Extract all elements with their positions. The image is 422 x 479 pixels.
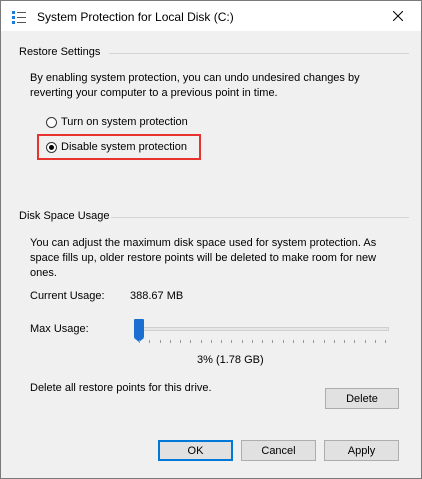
radio-unchecked (46, 116, 57, 128)
window-title: System Protection for Local Disk (C:) (37, 10, 234, 24)
slider-tick (344, 340, 345, 343)
slider-tick (210, 340, 212, 343)
close-icon (393, 11, 403, 21)
slider-tick (292, 340, 294, 343)
disk-space-description: You can adjust the maximum disk space us… (30, 237, 377, 279)
restore-settings-heading: Restore Settings (19, 46, 101, 58)
disk-space-divider (111, 217, 409, 218)
slider-tick (169, 340, 171, 343)
slider-ticks (139, 340, 386, 343)
disable-protection-label: Disable system protection (61, 141, 187, 153)
restore-settings-divider (109, 53, 409, 54)
radio-checked (46, 141, 57, 153)
slider-tick (303, 340, 304, 343)
title-bar: System Protection for Local Disk (C:) (1, 1, 421, 31)
slider-tick (262, 340, 263, 343)
slider-tick (190, 340, 192, 343)
turn-on-protection-radio[interactable]: Turn on system protection (46, 116, 188, 128)
slider-tick (231, 340, 233, 343)
slider-tick (272, 340, 274, 343)
apply-button[interactable]: Apply (324, 440, 399, 461)
slider-tick (159, 340, 161, 343)
slider-tick (241, 340, 243, 343)
slider-tick (313, 340, 315, 343)
slider-tick (200, 340, 202, 343)
slider-tick (364, 340, 366, 343)
slider-tick (180, 340, 181, 343)
cancel-button[interactable]: Cancel (241, 440, 316, 461)
max-usage-value: 3% (1.78 GB) (197, 354, 264, 366)
max-usage-slider-thumb[interactable] (134, 319, 144, 342)
delete-button[interactable]: Delete (325, 388, 399, 409)
max-usage-slider-track[interactable] (135, 327, 389, 331)
slider-tick (354, 340, 356, 343)
system-protection-icon (11, 9, 27, 25)
disable-protection-radio[interactable]: Disable system protection (46, 141, 187, 153)
slider-tick (221, 340, 222, 343)
slider-tick (251, 340, 253, 343)
close-button[interactable] (375, 1, 421, 31)
slider-tick (282, 340, 284, 343)
slider-tick (323, 340, 325, 343)
slider-tick (149, 340, 151, 343)
ok-button[interactable]: OK (158, 440, 233, 461)
max-usage-label: Max Usage: (30, 323, 89, 335)
slider-tick (139, 340, 140, 343)
slider-tick (333, 340, 335, 343)
restore-settings-description: By enabling system protection, you can u… (30, 72, 360, 99)
slider-tick (385, 340, 386, 343)
slider-tick (374, 340, 376, 343)
current-usage-label: Current Usage: (30, 290, 105, 302)
current-usage-value: 388.67 MB (130, 290, 184, 302)
turn-on-protection-label: Turn on system protection (61, 116, 188, 128)
system-protection-dialog: System Protection for Local Disk (C:) Re… (0, 0, 422, 479)
disk-space-heading: Disk Space Usage (19, 210, 110, 222)
delete-restore-points-text: Delete all restore points for this drive… (30, 382, 212, 394)
